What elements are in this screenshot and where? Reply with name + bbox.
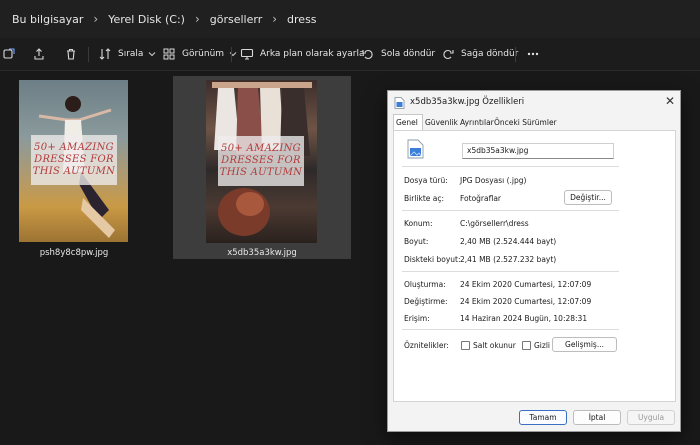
- breadcrumb-local-disk[interactable]: Yerel Disk (C:): [108, 13, 185, 26]
- filename-value[interactable]: x5db35a3kw.jpg: [467, 146, 528, 155]
- file-item[interactable]: 50+ AMAZING DRESSES FOR THIS AUTUMN psh8…: [12, 76, 136, 264]
- opens-with-label: Birlikte aç:: [404, 194, 445, 203]
- rotate-right-button[interactable]: Sağa döndür: [441, 38, 518, 70]
- tab-details[interactable]: Ayrıntılar: [460, 118, 494, 127]
- image-file-large-icon: [407, 139, 424, 159]
- accessed-label: Erişim:: [404, 314, 430, 323]
- desktop-icon: [240, 48, 254, 60]
- type-value: JPG Dosyası (.jpg): [460, 176, 527, 185]
- ok-button[interactable]: Tamam: [519, 410, 567, 425]
- delete-button[interactable]: [64, 38, 78, 70]
- rotate-right-icon: [443, 49, 454, 60]
- sort-icon: [99, 48, 111, 60]
- readonly-label[interactable]: Salt okunur: [473, 341, 516, 350]
- breadcrumb-this-pc[interactable]: Bu bilgisayar: [12, 13, 83, 26]
- divider: [402, 271, 619, 272]
- view-icon: [163, 48, 175, 60]
- size-value: 2,40 MB (2.524.444 bayt): [460, 237, 557, 246]
- accessed-value: 14 Haziran 2024 Bugün, 10:28:31: [460, 314, 588, 323]
- file-name: psh8y8c8pw.jpg: [39, 248, 109, 258]
- divider: [402, 329, 619, 330]
- tab-security[interactable]: Güvenlik: [425, 118, 458, 127]
- breadcrumb-dress[interactable]: dress: [287, 13, 317, 26]
- set-background-label: Arka plan olarak ayarla: [260, 49, 365, 59]
- attributes-label: Öznitelikler:: [404, 341, 449, 350]
- chevron-down-icon: [229, 52, 237, 57]
- overlay-caption: 50+ AMAZING DRESSES FOR THIS AUTUMN: [32, 142, 116, 177]
- overlay-caption-box: 50+ AMAZING DRESSES FOR THIS AUTUMN: [31, 135, 117, 185]
- created-value: 24 Ekim 2020 Cumartesi, 12:07:09: [460, 280, 592, 289]
- opens-with-value: Fotoğraflar: [460, 194, 502, 203]
- rotate-left-label: Sola döndür: [381, 49, 436, 59]
- cancel-button[interactable]: İptal: [573, 410, 621, 425]
- divider: [402, 166, 619, 167]
- chevron-right-icon: ›: [93, 12, 99, 26]
- properties-dialog: x5db35a3kw.jpg Özellikleri ✕ Genel Güven…: [387, 90, 681, 432]
- disk-size-label: Diskteki boyut:: [404, 255, 461, 264]
- type-label: Dosya türü:: [404, 176, 448, 185]
- apply-button[interactable]: Uygula: [627, 410, 675, 425]
- tab-general[interactable]: Genel: [396, 118, 418, 127]
- hidden-label[interactable]: Gizli: [534, 341, 550, 350]
- modified-label: Değiştirme:: [404, 297, 448, 306]
- close-icon[interactable]: ✕: [663, 94, 677, 108]
- overlay-caption: 50+ AMAZING DRESSES FOR THIS AUTUMN: [219, 143, 303, 178]
- size-label: Boyut:: [404, 237, 429, 246]
- more-icon: [527, 52, 539, 56]
- view-button[interactable]: Görünüm: [162, 38, 238, 70]
- export-icon: [34, 48, 44, 60]
- view-label: Görünüm: [182, 49, 225, 59]
- sort-button[interactable]: Sırala: [98, 38, 157, 70]
- hidden-checkbox[interactable]: [522, 341, 531, 350]
- modified-value: 24 Ekim 2020 Cumartesi, 12:07:09: [460, 297, 592, 306]
- breadcrumb-gorsellerr[interactable]: görsellerr: [210, 13, 262, 26]
- trash-icon: [67, 48, 75, 60]
- location-label: Konum:: [404, 219, 433, 228]
- image-file-icon: [394, 97, 405, 109]
- dialog-title: x5db35a3kw.jpg Özellikleri: [410, 97, 525, 107]
- filename-field[interactable]: x5db35a3kw.jpg: [462, 143, 614, 159]
- file-item-selected[interactable]: 50+ AMAZING DRESSES FOR THIS AUTUMN x5db…: [173, 76, 351, 259]
- location-value: C:\görsellerr\dress: [460, 219, 529, 228]
- toolbar-divider: [88, 47, 89, 62]
- disk-size-value: 2,41 MB (2.527.232 bayt): [460, 255, 557, 264]
- general-panel: x5db35a3kw.jpg Dosya türü: JPG Dosyası (…: [393, 130, 676, 402]
- change-button[interactable]: Değiştir...: [564, 190, 612, 205]
- overlay-caption-box: 50+ AMAZING DRESSES FOR THIS AUTUMN: [218, 136, 304, 186]
- toolbar-divider: [515, 47, 516, 62]
- rotate-right-label: Sağa döndür: [461, 49, 519, 59]
- share-icon: [3, 48, 15, 59]
- toolbar-divider: [231, 47, 232, 62]
- address-bar: Bu bilgisayar › Yerel Disk (C:) › görsel…: [0, 0, 700, 39]
- set-background-button[interactable]: Arka plan olarak ayarla: [240, 38, 364, 70]
- chevron-down-icon: [149, 52, 156, 57]
- rotate-left-button[interactable]: Sola döndür: [361, 38, 435, 70]
- command-bar: Sırala Görünüm Arka plan olarak ayarla S…: [0, 38, 700, 71]
- tab-previous-versions[interactable]: Önceki Sürümler: [494, 118, 557, 127]
- chevron-right-icon: ›: [272, 12, 278, 26]
- created-label: Oluşturma:: [404, 280, 446, 289]
- share-button[interactable]: [2, 38, 16, 70]
- advanced-button[interactable]: Gelişmiş...: [552, 337, 617, 352]
- divider: [402, 210, 619, 211]
- sort-label: Sırala: [118, 49, 144, 59]
- rotate-left-icon: [362, 49, 373, 60]
- thumbnail-image: 50+ AMAZING DRESSES FOR THIS AUTUMN: [19, 80, 128, 242]
- readonly-checkbox[interactable]: [461, 341, 470, 350]
- export-button[interactable]: [32, 38, 46, 70]
- file-name: x5db35a3kw.jpg: [227, 248, 297, 258]
- thumbnail-image: 50+ AMAZING DRESSES FOR THIS AUTUMN: [206, 80, 317, 243]
- chevron-right-icon: ›: [194, 12, 200, 26]
- more-options-button[interactable]: [526, 38, 540, 70]
